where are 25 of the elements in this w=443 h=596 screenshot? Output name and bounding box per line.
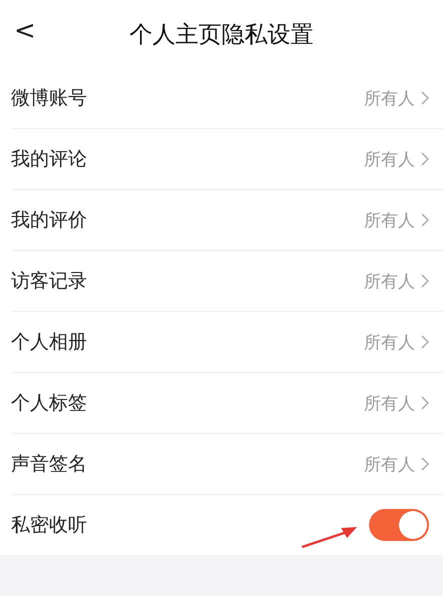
page-title: 个人主页隐私设置: [130, 20, 314, 50]
setting-label: 私密收听: [11, 513, 88, 538]
setting-label: 个人相册: [11, 330, 88, 355]
setting-label: 声音签名: [11, 452, 88, 477]
chevron-icon: [421, 91, 429, 105]
chevron-icon: [421, 274, 429, 288]
chevron-icon: [421, 396, 429, 410]
chevron-icon: [421, 152, 429, 166]
setting-value: 所有人: [364, 210, 415, 232]
setting-value: 所有人: [364, 392, 415, 414]
setting-label: 我的评论: [11, 147, 88, 172]
toggle-switch[interactable]: [369, 509, 429, 541]
setting-label: 我的评价: [11, 208, 88, 233]
setting-value: 所有人: [364, 148, 415, 170]
setting-label: 访客记录: [11, 269, 88, 294]
chevron-icon: [421, 335, 429, 349]
chevron-icon: [421, 213, 429, 227]
back-button[interactable]: <: [8, 16, 42, 46]
chevron-icon: [421, 457, 429, 471]
setting-label: 微博账号: [11, 86, 88, 111]
setting-label: 个人标签: [11, 391, 88, 416]
setting-value: 所有人: [364, 332, 415, 354]
setting-value: 所有人: [364, 454, 415, 476]
setting-value: 所有人: [364, 270, 415, 292]
setting-value: 所有人: [364, 88, 415, 110]
